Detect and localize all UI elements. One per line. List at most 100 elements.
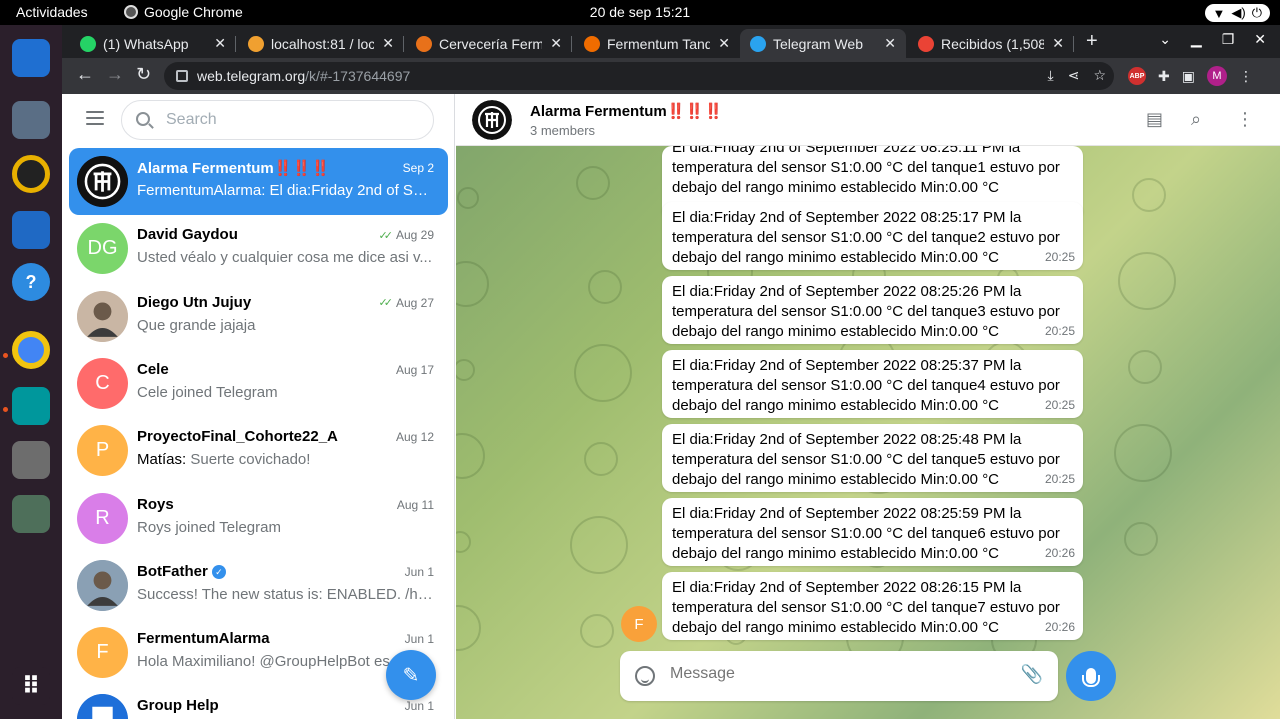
- new-tab-button[interactable]: +: [1086, 30, 1098, 53]
- topics-icon[interactable]: ▤: [1146, 109, 1163, 130]
- rhythmbox-icon[interactable]: [12, 155, 50, 193]
- group-avatar[interactable]: [472, 100, 512, 140]
- tab-separator: [235, 36, 236, 52]
- message-bubble[interactable]: El dia:Friday 2nd of September 2022 08:2…: [662, 424, 1083, 492]
- message-bubble[interactable]: El dia:Friday 2nd of September 2022 08:2…: [662, 202, 1083, 270]
- forward-icon[interactable]: →: [106, 64, 124, 85]
- extensions-puzzle-icon[interactable]: ✚: [1158, 68, 1170, 85]
- tab-close-icon[interactable]: ✕: [718, 35, 730, 52]
- profile-avatar[interactable]: M: [1206, 66, 1227, 86]
- message-time: 20:25: [1044, 250, 1075, 264]
- sender-avatar[interactable]: F: [621, 606, 657, 642]
- maximize-icon[interactable]: ❐: [1222, 31, 1235, 48]
- minimize-icon[interactable]: ▁: [1191, 31, 1202, 48]
- back-icon[interactable]: ←: [76, 64, 94, 85]
- browser-tab[interactable]: (1) WhatsApp ✕: [70, 29, 236, 58]
- lock-icon[interactable]: [176, 70, 188, 82]
- tab-title: Recibidos (1,508: [941, 35, 1045, 52]
- disk-icon[interactable]: [12, 441, 50, 479]
- hamburger-menu-icon[interactable]: [86, 111, 104, 125]
- arduino-icon[interactable]: [12, 387, 50, 425]
- help-icon[interactable]: ?: [12, 263, 50, 301]
- browser-tab[interactable]: Recibidos (1,508 ✕: [908, 29, 1074, 58]
- chat-list-item[interactable]: DG David Gaydou ✓✓ Aug 29 Usted vé­alo y cua…: [69, 215, 448, 282]
- chat-preview: Que grande jajaja: [137, 317, 433, 334]
- preview-text: Usted vé­alo y cualquier cosa me dice as…: [137, 249, 432, 267]
- chat-date: Sep 2: [403, 161, 434, 175]
- chrome-small-icon: [124, 5, 138, 19]
- browser-tab[interactable]: Telegram Web ✕: [740, 29, 906, 58]
- system-tray[interactable]: ▼ ◀) ⏻: [1204, 4, 1270, 22]
- chrome-menu-icon[interactable]: ⋮: [1239, 68, 1253, 85]
- message-time: 20:25: [1044, 398, 1075, 412]
- status-pill[interactable]: ▼ ◀) ⏻: [1204, 4, 1270, 22]
- chat-preview: Matías: Suerte covichado!: [137, 451, 433, 468]
- voice-record-button[interactable]: [1066, 651, 1116, 701]
- message-time: 20:25: [1044, 472, 1075, 486]
- chat-name: BotFather ✓: [137, 563, 226, 580]
- new-message-button[interactable]: ✎: [386, 650, 436, 700]
- chat-name-text: David Gaydou: [137, 226, 238, 244]
- app-grid-icon[interactable]: ⠿: [12, 667, 50, 705]
- chat-list-item[interactable]: R Roys Aug 11 Roys joined Telegram: [69, 485, 448, 552]
- chat-list-item[interactable]: Diego Utn Jujuy ✓✓ Aug 27 Que grande jajaja: [69, 283, 448, 350]
- reload-icon[interactable]: ↻: [136, 64, 151, 85]
- files-icon[interactable]: [12, 101, 50, 139]
- tab-close-icon[interactable]: ✕: [884, 35, 896, 52]
- tab-favicon-icon: [248, 35, 264, 52]
- tab-close-icon[interactable]: ✕: [550, 35, 562, 52]
- chat-avatar: F: [77, 627, 128, 679]
- chat-date-text: Aug 11: [396, 497, 434, 512]
- search-icon: [136, 112, 150, 126]
- message-bubble[interactable]: El dia:Friday 2nd of September 2022 08:2…: [662, 498, 1083, 566]
- thunderbird-icon[interactable]: [12, 39, 50, 77]
- chat-preview: Success! The new status is: ENABLED. /he…: [137, 586, 433, 603]
- tab-close-icon[interactable]: ✕: [214, 35, 226, 52]
- chat-name: David Gaydou: [137, 226, 238, 243]
- more-options-icon[interactable]: ⋮: [1236, 109, 1254, 130]
- browser-tab[interactable]: Fermentum Tanq ✕: [574, 29, 740, 58]
- message-text: El dia:Friday 2nd of September 2022 08:2…: [672, 209, 1060, 266]
- address-bar[interactable]: web.telegram.org/k/#-1737644697 ⤓ ⋖ ☆: [164, 62, 1114, 90]
- install-app-icon[interactable]: ⤓: [1048, 67, 1054, 84]
- message-text: El dia:Friday 2nd of September 2022 08:2…: [672, 357, 1060, 414]
- adblock-plus-icon[interactable]: ABP: [1128, 67, 1146, 85]
- browser-tab[interactable]: localhost:81 / loc ✕: [238, 29, 404, 58]
- chat-date: Aug 11: [397, 498, 434, 512]
- conversation-header[interactable]: Alarma Fermentum‼️‼️‼️ 3 members ▤ ⌕ ⋮: [456, 94, 1280, 146]
- tab-favicon-icon: [416, 35, 432, 52]
- message-bubble[interactable]: El dia:Friday 2nd of September 2022 08:2…: [662, 276, 1083, 344]
- browser-tab[interactable]: Cervecería Ferme ✕: [406, 29, 572, 58]
- message-time: 20:25: [1044, 324, 1075, 338]
- search-placeholder: Search: [166, 111, 217, 128]
- chat-list-item[interactable]: P ProyectoFinal_Cohorte22_A Aug 12 Matías: …: [69, 417, 448, 484]
- tab-close-icon[interactable]: ✕: [1052, 35, 1064, 52]
- activities-button[interactable]: Actividades: [16, 4, 88, 20]
- chat-list-item[interactable]: BotFather ✓ Jun 1 Success! The new status i…: [69, 552, 448, 619]
- running-indicator: [3, 407, 8, 412]
- trash-icon[interactable]: [12, 495, 50, 533]
- wifi-icon: ▼: [1212, 5, 1226, 21]
- message-bubble[interactable]: El dia:Friday 2nd of September 2022 08:2…: [662, 572, 1083, 640]
- message-input[interactable]: [670, 665, 1010, 683]
- attach-icon[interactable]: 📎: [1021, 664, 1043, 685]
- app-menu[interactable]: Google Chrome: [124, 4, 243, 20]
- chat-list-item[interactable]: C Cele Aug 17 Cele joined Telegram: [69, 350, 448, 417]
- search-input[interactable]: Search: [121, 100, 434, 140]
- message-bubble[interactable]: El dia:Friday 2nd of September 2022 08:2…: [662, 350, 1083, 418]
- tab-favicon-icon: [584, 35, 600, 52]
- share-icon[interactable]: ⋖: [1068, 67, 1080, 84]
- side-panel-icon[interactable]: ▣: [1182, 68, 1195, 85]
- bookmark-star-icon[interactable]: ☆: [1093, 67, 1106, 84]
- search-chat-icon[interactable]: ⌕: [1191, 109, 1201, 130]
- chat-list-item[interactable]: Alarma Fermentum‼️‼️‼️ Sep 2 FermentumAlar…: [69, 148, 448, 215]
- chat-date-text: Jun 1: [404, 699, 434, 714]
- tab-title: Cervecería Ferme: [439, 35, 543, 52]
- chrome-icon[interactable]: [12, 331, 50, 369]
- tab-search-icon[interactable]: ⌄: [1159, 31, 1171, 48]
- tab-close-icon[interactable]: ✕: [382, 35, 394, 52]
- emoji-icon[interactable]: [635, 666, 655, 686]
- chat-name-text: Diego Utn Jujuy: [137, 293, 252, 311]
- close-window-icon[interactable]: ✕: [1254, 31, 1266, 48]
- writer-icon[interactable]: [12, 211, 50, 249]
